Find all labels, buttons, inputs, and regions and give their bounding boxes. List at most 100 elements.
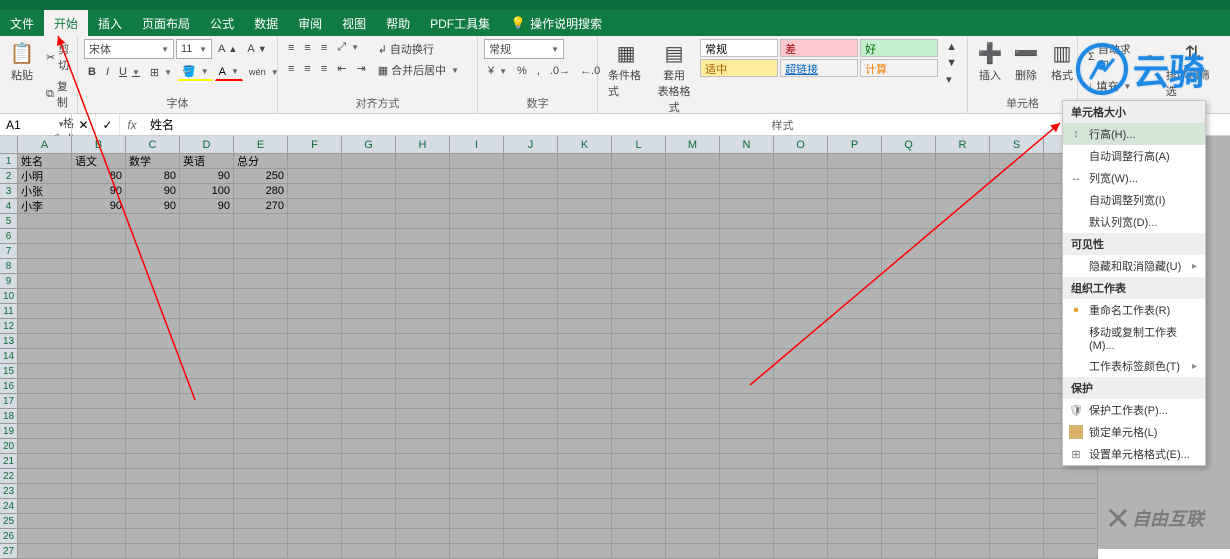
- border-button[interactable]: ⊞▼: [146, 64, 176, 81]
- decrease-font-button[interactable]: A▼: [243, 41, 270, 57]
- cell[interactable]: [504, 214, 558, 229]
- cut-button[interactable]: ✂剪切: [42, 39, 78, 75]
- cell[interactable]: [342, 394, 396, 409]
- cell[interactable]: [288, 259, 342, 274]
- cell[interactable]: [612, 439, 666, 454]
- menu-rename-sheet[interactable]: ●重命名工作表(R): [1063, 299, 1205, 321]
- cell[interactable]: [666, 469, 720, 484]
- cell[interactable]: [720, 469, 774, 484]
- cell[interactable]: [234, 244, 288, 259]
- tab-view[interactable]: 视图: [332, 10, 376, 36]
- cell[interactable]: [774, 424, 828, 439]
- cell[interactable]: [18, 319, 72, 334]
- cell[interactable]: [450, 439, 504, 454]
- row-header-17[interactable]: 17: [0, 394, 18, 409]
- cell[interactable]: [774, 469, 828, 484]
- cell[interactable]: [288, 274, 342, 289]
- cell[interactable]: [774, 274, 828, 289]
- increase-font-button[interactable]: A▲: [214, 41, 241, 57]
- cell[interactable]: [72, 544, 126, 559]
- cell[interactable]: [774, 304, 828, 319]
- row-header-11[interactable]: 11: [0, 304, 18, 319]
- cell[interactable]: [828, 544, 882, 559]
- cell[interactable]: [504, 289, 558, 304]
- cell[interactable]: [342, 349, 396, 364]
- menu-col-width[interactable]: ↔列宽(W)...: [1063, 167, 1205, 189]
- italic-button[interactable]: I: [102, 64, 113, 80]
- tab-formulas[interactable]: 公式: [200, 10, 244, 36]
- cell[interactable]: [450, 424, 504, 439]
- cell[interactable]: [126, 274, 180, 289]
- cell[interactable]: [612, 514, 666, 529]
- cell[interactable]: [234, 229, 288, 244]
- row-header-26[interactable]: 26: [0, 529, 18, 544]
- cell[interactable]: 小李: [18, 199, 72, 214]
- cell[interactable]: [234, 529, 288, 544]
- cell[interactable]: [288, 454, 342, 469]
- cell[interactable]: [882, 439, 936, 454]
- cell[interactable]: [234, 499, 288, 514]
- bold-button[interactable]: B: [84, 64, 100, 80]
- cell[interactable]: [288, 244, 342, 259]
- cell[interactable]: [990, 184, 1044, 199]
- menu-default-col-width[interactable]: 默认列宽(D)...: [1063, 211, 1205, 233]
- cell[interactable]: [612, 499, 666, 514]
- cell[interactable]: [180, 484, 234, 499]
- cell[interactable]: [774, 544, 828, 559]
- cell[interactable]: [288, 499, 342, 514]
- cell[interactable]: [234, 319, 288, 334]
- col-header-N[interactable]: N: [720, 136, 774, 154]
- cell[interactable]: [288, 379, 342, 394]
- cell[interactable]: [666, 319, 720, 334]
- cell[interactable]: [126, 289, 180, 304]
- cell[interactable]: [18, 499, 72, 514]
- cell[interactable]: [126, 409, 180, 424]
- cell[interactable]: [18, 469, 72, 484]
- cell[interactable]: [558, 499, 612, 514]
- gallery-up-button[interactable]: ▲: [942, 39, 961, 55]
- cell[interactable]: [990, 394, 1044, 409]
- cell[interactable]: [342, 244, 396, 259]
- cell[interactable]: [18, 229, 72, 244]
- row-header-6[interactable]: 6: [0, 229, 18, 244]
- cell[interactable]: [882, 499, 936, 514]
- cell[interactable]: [666, 304, 720, 319]
- cell[interactable]: [882, 379, 936, 394]
- align-left-button[interactable]: ≡: [284, 61, 298, 77]
- col-header-B[interactable]: B: [72, 136, 126, 154]
- col-header-J[interactable]: J: [504, 136, 558, 154]
- cell[interactable]: [1044, 514, 1098, 529]
- cell[interactable]: [1044, 469, 1098, 484]
- cell[interactable]: [774, 214, 828, 229]
- col-header-K[interactable]: K: [558, 136, 612, 154]
- copy-button[interactable]: ⧉复制: [42, 76, 78, 112]
- cell[interactable]: [828, 394, 882, 409]
- cell[interactable]: [504, 319, 558, 334]
- cell[interactable]: [72, 529, 126, 544]
- cell[interactable]: [882, 214, 936, 229]
- cell[interactable]: [558, 289, 612, 304]
- cell[interactable]: [72, 499, 126, 514]
- cell[interactable]: [504, 349, 558, 364]
- cell[interactable]: [342, 439, 396, 454]
- gallery-more-button[interactable]: ▾: [942, 71, 961, 88]
- cell[interactable]: [558, 529, 612, 544]
- cell[interactable]: [288, 199, 342, 214]
- cell[interactable]: [720, 334, 774, 349]
- cell[interactable]: [720, 274, 774, 289]
- row-header-8[interactable]: 8: [0, 259, 18, 274]
- cell[interactable]: [126, 514, 180, 529]
- cell[interactable]: [882, 424, 936, 439]
- cell[interactable]: [936, 514, 990, 529]
- tab-file[interactable]: 文件: [0, 10, 44, 36]
- cell[interactable]: [936, 184, 990, 199]
- cell[interactable]: 90: [72, 199, 126, 214]
- menu-format-cells[interactable]: ⊞设置单元格格式(E)...: [1063, 443, 1205, 465]
- cell[interactable]: [396, 154, 450, 169]
- cell[interactable]: [882, 229, 936, 244]
- cell[interactable]: [774, 289, 828, 304]
- cell[interactable]: [936, 364, 990, 379]
- align-top-button[interactable]: ≡: [284, 40, 298, 56]
- cell[interactable]: [288, 514, 342, 529]
- cell[interactable]: [126, 214, 180, 229]
